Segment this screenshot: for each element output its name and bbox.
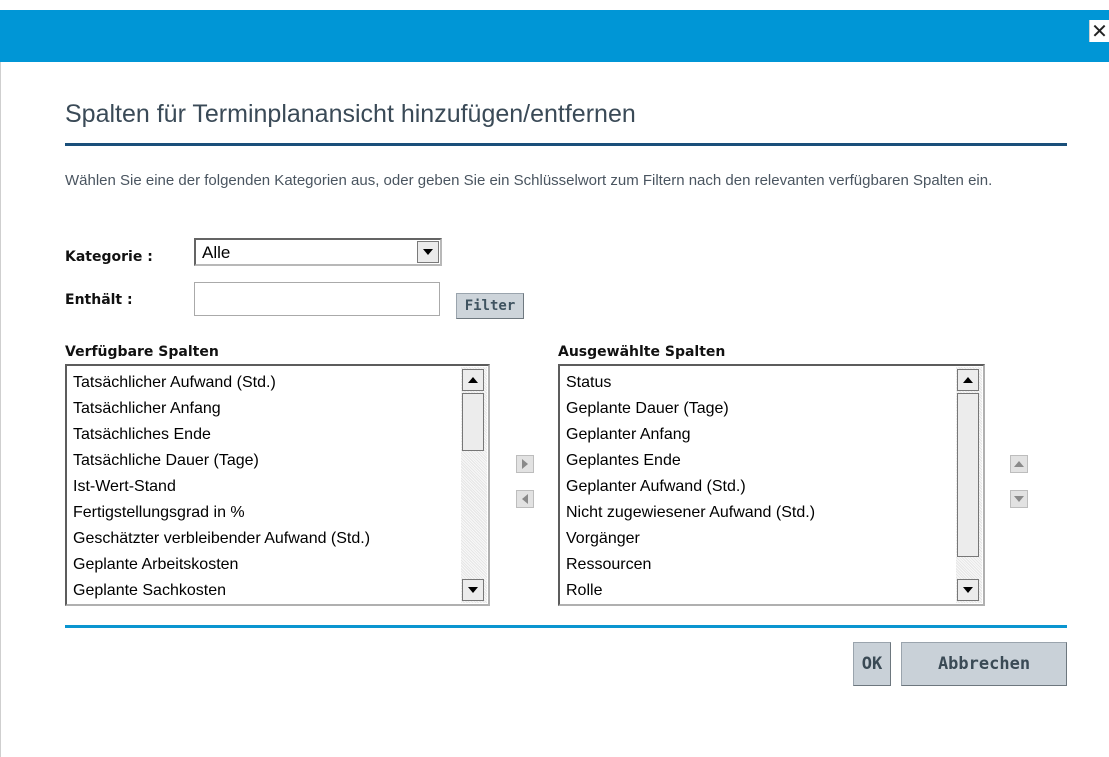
list-item[interactable]: Rolle — [566, 578, 953, 604]
scroll-up-button[interactable] — [957, 369, 979, 391]
available-columns-list[interactable]: Tatsächlicher Aufwand (Std.) Tatsächlich… — [65, 364, 490, 606]
list-item[interactable]: Ist-Wert-Stand — [73, 474, 458, 500]
available-list-scrollbar[interactable] — [461, 367, 487, 603]
scroll-thumb[interactable] — [957, 393, 979, 557]
scroll-thumb[interactable] — [462, 393, 484, 451]
remove-column-button[interactable] — [516, 490, 534, 508]
list-item[interactable]: Geplante Arbeitskosten — [73, 552, 458, 578]
list-item[interactable]: Tatsächliche Dauer (Tage) — [73, 448, 458, 474]
arrow-down-icon — [468, 587, 478, 593]
add-column-button[interactable] — [516, 455, 534, 473]
scroll-down-button[interactable] — [462, 579, 484, 601]
category-selected-value: Alle — [202, 243, 231, 262]
move-up-button[interactable] — [1010, 455, 1028, 473]
dropdown-button[interactable] — [417, 241, 439, 263]
arrow-right-icon — [522, 459, 528, 469]
dialog-titlebar — [0, 10, 1109, 62]
close-button[interactable]: ✕ — [1089, 20, 1109, 42]
scroll-down-button[interactable] — [957, 579, 979, 601]
arrow-up-icon — [468, 377, 478, 383]
list-item[interactable]: Geplantes Ende — [566, 448, 953, 474]
arrow-up-icon — [963, 377, 973, 383]
scroll-up-button[interactable] — [462, 369, 484, 391]
chevron-down-icon — [423, 249, 433, 255]
list-item[interactable]: Tatsächlicher Aufwand (Std.) — [73, 370, 458, 396]
list-item[interactable]: Nicht zugewiesener Aufwand (Std.) — [566, 500, 953, 526]
list-item[interactable]: Geplanter Anfang — [566, 422, 953, 448]
title-divider — [65, 143, 1067, 146]
list-item[interactable]: Tatsächliches Ende — [73, 422, 458, 448]
arrow-down-icon — [1014, 496, 1024, 502]
available-columns-heading: Verfügbare Spalten — [65, 344, 219, 360]
dialog-title: Spalten für Terminplanansicht hinzufügen… — [65, 100, 636, 128]
list-item[interactable]: Fertigstellungsgrad in % — [73, 500, 458, 526]
cancel-button[interactable]: Abbrechen — [901, 642, 1067, 686]
selected-columns-list[interactable]: Status Geplante Dauer (Tage) Geplanter A… — [558, 364, 985, 606]
selected-list-scrollbar[interactable] — [956, 367, 982, 603]
ok-button[interactable]: OK — [853, 642, 891, 686]
contains-input[interactable] — [194, 282, 440, 316]
filter-button[interactable]: Filter — [456, 293, 524, 319]
list-item[interactable]: Ressourcen — [566, 552, 953, 578]
list-item[interactable]: Geplante Dauer (Tage) — [566, 396, 953, 422]
category-select[interactable]: Alle — [194, 238, 442, 266]
category-label: Kategorie : — [65, 249, 153, 265]
instructions-text: Wählen Sie eine der folgenden Kategorien… — [65, 172, 993, 189]
list-item[interactable]: Geplante Sachkosten — [73, 578, 458, 604]
arrow-up-icon — [1014, 461, 1024, 467]
list-item[interactable]: Status — [566, 370, 953, 396]
arrow-left-icon — [522, 494, 528, 504]
dialog-left-border — [0, 62, 1, 757]
list-item[interactable]: Geschätzter verbleibender Aufwand (Std.) — [73, 526, 458, 552]
list-item[interactable]: Tatsächlicher Anfang — [73, 396, 458, 422]
selected-columns-heading: Ausgewählte Spalten — [558, 344, 726, 360]
list-item[interactable]: Vorgänger — [566, 526, 953, 552]
list-item[interactable]: Geplanter Aufwand (Std.) — [566, 474, 953, 500]
contains-label: Enthält : — [65, 292, 133, 308]
move-down-button[interactable] — [1010, 490, 1028, 508]
close-icon: ✕ — [1091, 19, 1108, 43]
footer-divider — [65, 625, 1067, 628]
arrow-down-icon — [963, 587, 973, 593]
